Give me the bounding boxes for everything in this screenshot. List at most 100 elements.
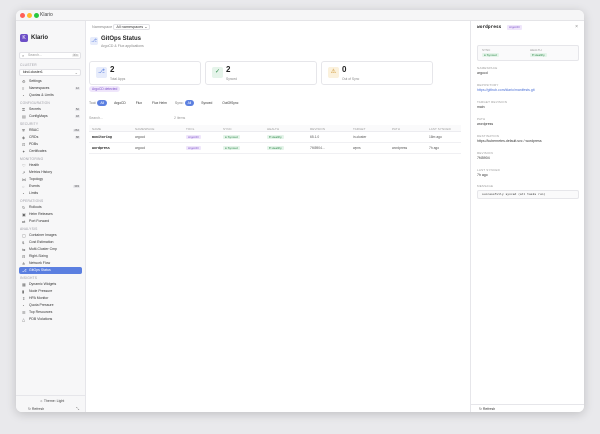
sidebar-item-hpa-monitor[interactable]: ⇕ HPA Monitor: [19, 295, 82, 302]
page-title: GitOps Status: [101, 36, 142, 42]
sidebar-item-container-images[interactable]: ▢ Container Images: [19, 232, 82, 239]
app-target: in-cluster: [353, 135, 367, 139]
app-revision: 7f45904...: [310, 146, 325, 150]
table-row[interactable]: wordpress argocd ArgoCD ● Synced ♥ Healt…: [89, 143, 461, 154]
count-badge: 18: [74, 114, 80, 118]
sidebar-item-quotas-limits[interactable]: ◔ Quotas & Limits: [19, 92, 82, 99]
close-window-button[interactable]: [20, 13, 25, 18]
zoom-window-button[interactable]: [34, 13, 39, 18]
sidebar-item-right-sizing[interactable]: ⊟ Right-Sizing: [19, 253, 82, 260]
breadcrumb-parent: Namespace: [92, 25, 113, 29]
sidebar-item-label: Quotas & Limits: [29, 93, 54, 97]
table-row[interactable]: monitoring argocd ArgoCD ● Synced ♥ Heal…: [89, 132, 461, 143]
cluster-selector[interactable]: kind-cluster1 ⌄: [19, 69, 81, 76]
sidebar-item-metrics-history[interactable]: ↗ Metrics History: [19, 169, 82, 176]
sync-filter-outofsync[interactable]: OutOfSync: [219, 100, 241, 106]
sync-badge: ● Synced: [223, 135, 240, 139]
detail-refresh-label: Refresh: [482, 407, 496, 411]
sidebar-item-limits[interactable]: ◔ Limits: [19, 190, 82, 197]
compare-icon: ⇆: [22, 247, 26, 252]
column-header-revision[interactable]: REVISION: [310, 127, 325, 131]
count-badge: 262: [73, 128, 80, 132]
sidebar-item-dynamic-widgets[interactable]: ▦ Dynamic Widgets: [19, 281, 82, 288]
sidebar-item-topology[interactable]: ⋈ Topology: [19, 176, 82, 183]
sidebar-item-multi-cluster-cmp[interactable]: ⇆ Multi-Cluster Cmp: [19, 246, 82, 253]
sidebar-item-label: Dynamic Widgets: [29, 282, 57, 286]
sidebar-item-label: Topology: [29, 177, 44, 181]
column-header-name[interactable]: NAME: [92, 127, 101, 131]
app-path: wordpress: [392, 146, 408, 150]
tool-badge: ArgoCD: [186, 146, 201, 150]
sidebar-item-configmaps[interactable]: ▤ ConfigMaps 18: [19, 113, 82, 120]
sidebar-item-port-forward[interactable]: ⇄ Port Forward: [19, 218, 82, 225]
tool-filter-flux[interactable]: Flux: [133, 100, 145, 106]
sidebar-item-settings[interactable]: ⚙ Settings: [19, 78, 82, 85]
sidebar-refresh-button[interactable]: ↻ Refresh: [28, 406, 44, 412]
section-label-analysis: ANALYSIS: [20, 227, 38, 231]
collapse-sidebar-icon[interactable]: ⤡: [76, 406, 79, 411]
sync-filter-all[interactable]: All: [184, 100, 195, 106]
sidebar-search-input[interactable]: ⌕ Search... ⌘K: [19, 52, 81, 59]
sidebar-item-events[interactable]: ◌ Events 393: [19, 183, 82, 190]
sidebar: K Klario ⌕ Search... ⌘K CLUSTER kind-clu…: [16, 21, 86, 412]
field-value: 7f45904: [477, 156, 490, 160]
sidebar-item-quota-pressure[interactable]: ◔ Quota Pressure: [19, 302, 82, 309]
sidebar-item-health[interactable]: ♡ Health: [19, 162, 82, 169]
sidebar-item-cost-estimation[interactable]: $ Cost Estimation: [19, 239, 82, 246]
sidebar-item-label: PDB Violations: [29, 317, 53, 321]
stat-value: 2: [110, 65, 115, 74]
tool-filter-argocd[interactable]: ArgoCD: [111, 100, 129, 106]
tool-filter-all[interactable]: All: [97, 100, 108, 106]
gauge-icon: ◔: [22, 191, 25, 196]
health-badge: ♥ Healthy: [267, 135, 284, 139]
namespace-selector[interactable]: All namespaces ⌄: [113, 24, 151, 30]
search-placeholder: Search...: [28, 53, 43, 57]
column-header-tool[interactable]: TOOL: [186, 127, 195, 131]
repository-link[interactable]: https://github.com/klario/manifests.git: [477, 88, 535, 92]
column-header-last-synced[interactable]: LAST SYNCED: [429, 127, 451, 131]
field-value: 7h ago: [477, 173, 488, 177]
sidebar-item-network-flow[interactable]: ⋔ Network Flow: [19, 260, 82, 267]
bell-icon: ◌: [22, 184, 25, 189]
section-label-security: SECURITY: [20, 122, 39, 126]
column-header-health[interactable]: HEALTH: [267, 127, 279, 131]
theme-toggle[interactable]: ☼ Theme: Light: [24, 398, 80, 404]
health-text: Healthy: [271, 146, 282, 150]
warning-icon: △: [22, 317, 26, 322]
sidebar-item-rollouts[interactable]: ↻ Rollouts: [19, 204, 82, 211]
sync-filter-synced[interactable]: Synced: [198, 100, 215, 106]
column-header-target[interactable]: TARGET: [353, 127, 366, 131]
list-icon: ☰: [22, 310, 26, 315]
health-label: HEALTH: [530, 48, 542, 52]
close-icon[interactable]: ×: [575, 24, 578, 30]
field-label: TARGET REVISION: [477, 100, 508, 104]
sidebar-item-helm-releases[interactable]: ▣ Helm Releases: [19, 211, 82, 218]
sidebar-item-certificates[interactable]: ✦ Certificates: [19, 148, 82, 155]
sidebar-item-gitops-status[interactable]: ⎇ GitOps Status: [19, 267, 82, 274]
detail-refresh-button[interactable]: ↻ Refresh: [479, 406, 495, 412]
sidebar-item-pdbs[interactable]: ⊡ PDBs: [19, 141, 82, 148]
column-header-sync[interactable]: SYNC: [223, 127, 232, 131]
sidebar-item-secrets[interactable]: ⚿ Secrets 52: [19, 106, 82, 113]
minimize-window-button[interactable]: [27, 13, 32, 18]
column-header-path[interactable]: PATH: [392, 127, 400, 131]
sidebar-item-top-resources[interactable]: ☰ Top Resources: [19, 309, 82, 316]
sidebar-item-crds[interactable]: ◈ CRDs 88: [19, 134, 82, 141]
column-header-namespace[interactable]: NAMESPACE: [135, 127, 155, 131]
field-label: REVISION: [477, 151, 493, 155]
sidebar-item-node-pressure[interactable]: ▮ Node Pressure: [19, 288, 82, 295]
refresh-label: Refresh: [31, 407, 45, 411]
shield-icon: ⛨: [22, 128, 25, 133]
sidebar-item-pdb-violations[interactable]: △ PDB Violations: [19, 316, 82, 323]
table-search: Search... 2 items: [89, 114, 239, 122]
sidebar-item-rbac[interactable]: ⛨ RBAC 262: [19, 127, 82, 134]
git-icon: ⎇: [22, 268, 27, 273]
sync-text: Synced: [227, 135, 238, 139]
table-search-input[interactable]: Search...: [89, 116, 103, 120]
box-icon: ▢: [22, 233, 26, 238]
sidebar-item-label: Network Flow: [29, 261, 51, 265]
stat-value: 2: [226, 65, 231, 74]
app-name: wordpress: [92, 146, 110, 150]
sidebar-item-namespaces[interactable]: ≡ Namespaces 12: [19, 85, 82, 92]
tool-filter-flux-helm[interactable]: Flux Helm: [149, 100, 170, 106]
